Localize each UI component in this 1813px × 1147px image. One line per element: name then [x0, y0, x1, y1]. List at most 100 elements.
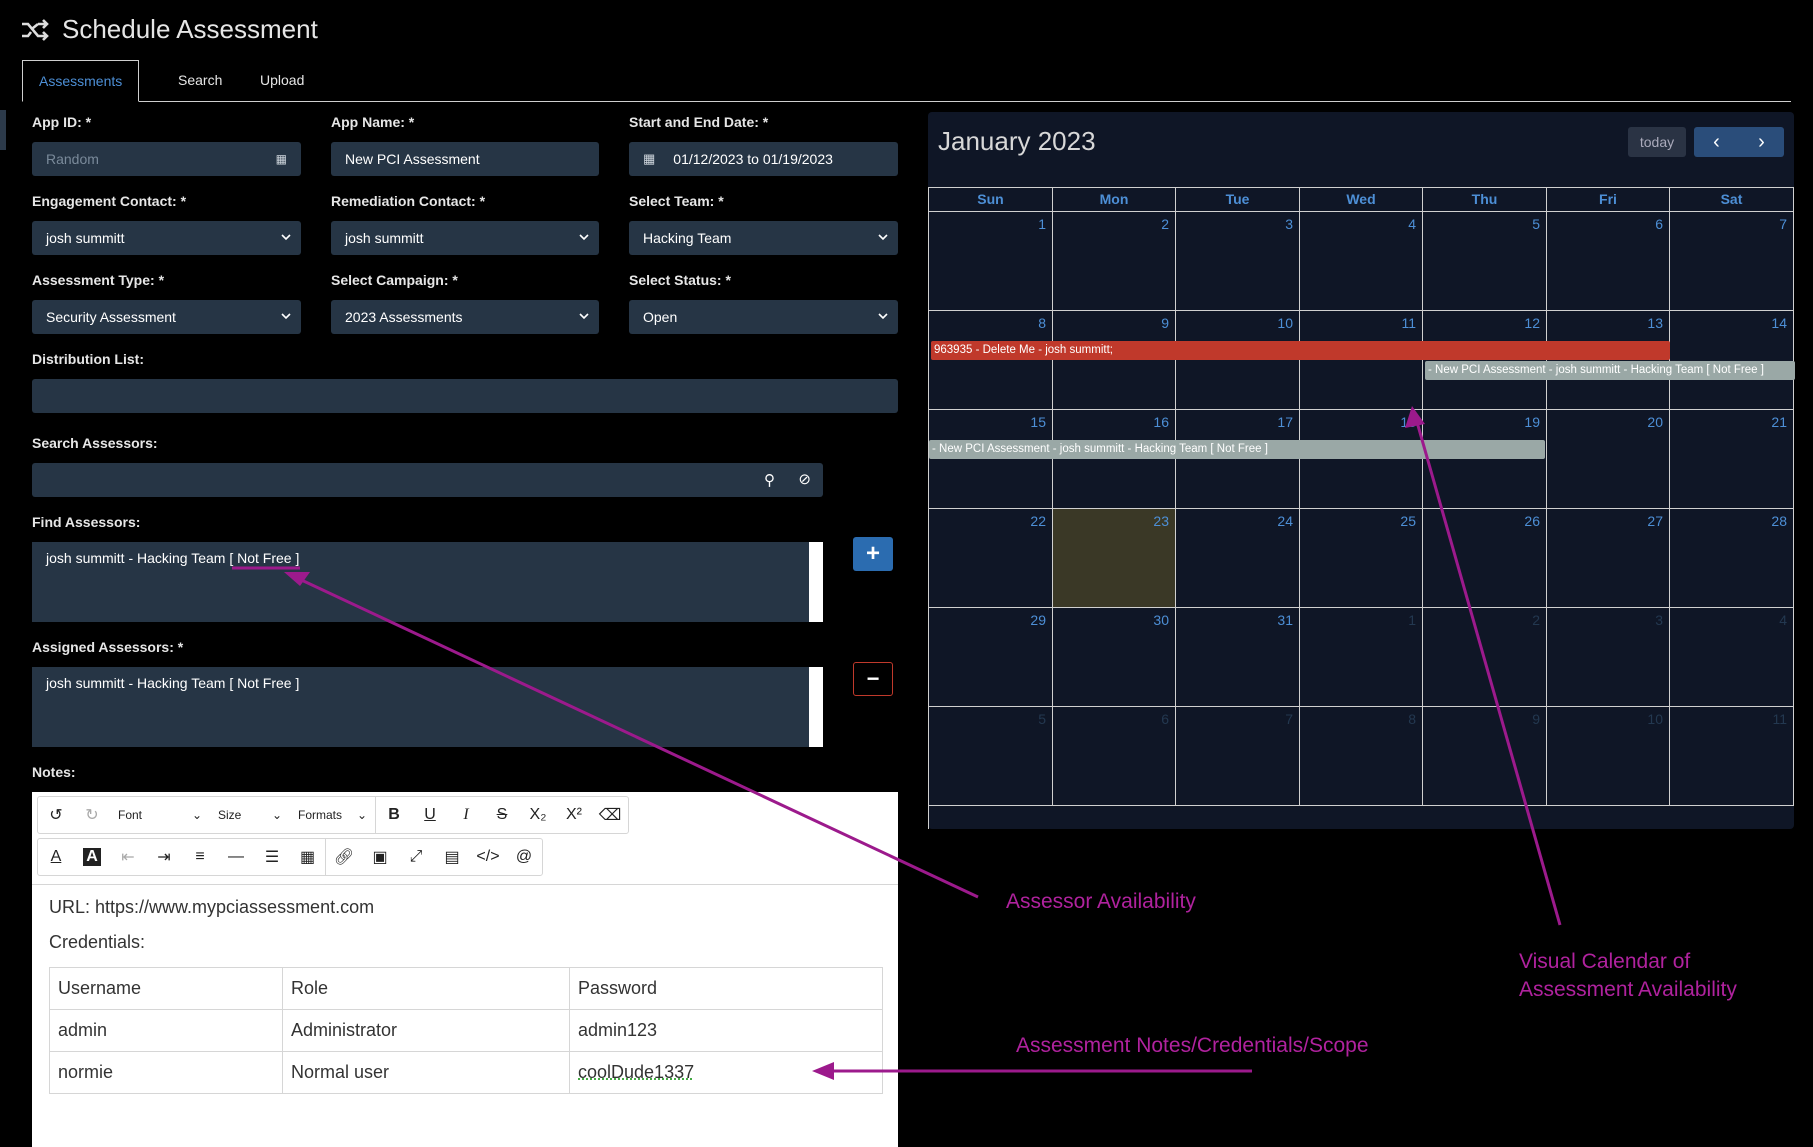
indent-icon[interactable]: ⇥	[146, 839, 182, 875]
mention-icon[interactable]: @	[506, 839, 542, 875]
tab-upload[interactable]: Upload	[244, 60, 320, 102]
date-range-field[interactable]: ▦ 01/12/2023 to 01/19/2023	[629, 142, 898, 176]
calendar-day-cell[interactable]: 17	[1176, 410, 1300, 509]
chevron-left-icon[interactable]: ‹	[1713, 131, 1720, 154]
formats-dropdown[interactable]: Formats ⌄	[290, 797, 376, 833]
tab-search[interactable]: Search	[162, 60, 238, 102]
editor-body[interactable]: URL: https://www.mypciassessment.com Cre…	[32, 884, 898, 1147]
calendar-day-cell[interactable]: 22	[929, 509, 1053, 608]
day-number[interactable]: 29	[1030, 612, 1046, 628]
calendar-day-cell[interactable]: 18	[1300, 410, 1423, 509]
calendar-event[interactable]: - New PCI Assessment - josh summitt - Ha…	[929, 440, 1545, 459]
list-item[interactable]: josh summitt - Hacking Team [ Not Free ]	[46, 550, 795, 566]
calendar-day-cell[interactable]: 27	[1547, 509, 1670, 608]
font-color-icon[interactable]: A	[38, 839, 74, 875]
day-number[interactable]: 6	[1655, 216, 1663, 232]
calendar-day-cell[interactable]: 20	[1547, 410, 1670, 509]
calendar-day-cell[interactable]: 29	[929, 608, 1053, 707]
calendar-day-cell[interactable]: 11	[1300, 311, 1423, 410]
day-number[interactable]: 3	[1655, 612, 1663, 628]
calendar-day-cell[interactable]: 1	[929, 212, 1053, 311]
assigned-assessors-list[interactable]: josh summitt - Hacking Team [ Not Free ]	[32, 667, 823, 747]
day-number[interactable]: 4	[1408, 216, 1416, 232]
day-number[interactable]: 7	[1285, 711, 1293, 727]
redo-icon[interactable]: ↻	[74, 797, 110, 833]
calendar-day-cell[interactable]: 4	[1670, 608, 1794, 707]
calendar-day-cell[interactable]: 3	[1176, 212, 1300, 311]
superscript-icon[interactable]: X²	[556, 797, 592, 833]
calendar-day-cell[interactable]: 24	[1176, 509, 1300, 608]
chevron-right-icon[interactable]: ›	[1758, 131, 1765, 154]
campaign-select[interactable]: 2023 Assessments	[331, 300, 599, 334]
code-view-icon[interactable]: </>	[470, 839, 506, 875]
calendar-day-cell[interactable]: 7	[1670, 212, 1794, 311]
calendar-day-cell[interactable]: 7	[1176, 707, 1300, 806]
calendar-day-cell[interactable]: 15	[929, 410, 1053, 509]
day-number[interactable]: 8	[1408, 711, 1416, 727]
status-select[interactable]: Open	[629, 300, 898, 334]
calendar-day-cell[interactable]: 4	[1300, 212, 1423, 311]
search-icon[interactable]: ⚲	[764, 471, 775, 489]
day-number[interactable]: 10	[1647, 711, 1663, 727]
calendar-day-cell[interactable]: 31	[1176, 608, 1300, 707]
team-select[interactable]: Hacking Team	[629, 221, 898, 255]
calendar-day-cell[interactable]: 8	[929, 311, 1053, 410]
tab-assessments[interactable]: Assessments	[22, 60, 140, 102]
undo-icon[interactable]: ↺	[38, 797, 74, 833]
image-icon[interactable]: ▣	[362, 839, 398, 875]
calendar-day-cell[interactable]: 26	[1423, 509, 1547, 608]
day-number[interactable]: 4	[1779, 612, 1787, 628]
day-number[interactable]: 28	[1771, 513, 1787, 529]
day-number[interactable]: 12	[1524, 315, 1540, 331]
day-number[interactable]: 22	[1030, 513, 1046, 529]
calendar-day-cell[interactable]: 2	[1423, 608, 1547, 707]
day-number[interactable]: 5	[1038, 711, 1046, 727]
day-number[interactable]: 11	[1772, 711, 1787, 727]
day-number[interactable]: 1	[1038, 216, 1046, 232]
calendar-day-cell[interactable]: 30	[1053, 608, 1176, 707]
day-number[interactable]: 19	[1524, 414, 1540, 430]
app-id-field[interactable]: Random ▦	[32, 142, 301, 176]
calendar-day-cell[interactable]: 28	[1670, 509, 1794, 608]
day-number[interactable]: 9	[1532, 711, 1540, 727]
calendar-day-cell[interactable]: 1	[1300, 608, 1423, 707]
find-assessors-list[interactable]: josh summitt - Hacking Team [ Not Free ]	[32, 542, 823, 622]
calendar-day-cell[interactable]: 25	[1300, 509, 1423, 608]
eraser-icon[interactable]: ⌫	[592, 797, 628, 833]
calendar-day-cell[interactable]: 9	[1423, 707, 1547, 806]
calendar-day-cell[interactable]: 3	[1547, 608, 1670, 707]
day-number[interactable]: 25	[1400, 513, 1416, 529]
clear-icon[interactable]: ⊘	[798, 470, 811, 488]
day-number[interactable]: 3	[1285, 216, 1293, 232]
calendar-day-cell[interactable]: 2	[1053, 212, 1176, 311]
day-number[interactable]: 30	[1153, 612, 1169, 628]
day-number[interactable]: 6	[1161, 711, 1169, 727]
day-number[interactable]: 17	[1277, 414, 1293, 430]
list-item[interactable]: josh summitt - Hacking Team [ Not Free ]	[46, 675, 795, 691]
day-number[interactable]: 7	[1779, 216, 1787, 232]
calendar-event[interactable]: - New PCI Assessment - josh summitt - Ha…	[1425, 361, 1795, 380]
day-number[interactable]: 27	[1647, 513, 1663, 529]
highlight-color-icon[interactable]: A	[74, 839, 110, 875]
today-button[interactable]: today	[1628, 127, 1686, 157]
day-number[interactable]: 2	[1532, 612, 1540, 628]
calendar-day-cell[interactable]: 23	[1053, 509, 1176, 608]
day-number[interactable]: 15	[1030, 414, 1046, 430]
table-icon[interactable]: ▦	[290, 839, 326, 875]
calendar-day-cell[interactable]: 10	[1176, 311, 1300, 410]
calendar-day-cell[interactable]: 11	[1670, 707, 1794, 806]
day-number[interactable]: 9	[1161, 315, 1169, 331]
remove-assessor-button[interactable]: −	[853, 662, 893, 696]
day-number[interactable]: 10	[1277, 315, 1293, 331]
notes-editor[interactable]: ↺ ↻ Font ⌄ Size ⌄ Formats ⌄ B U I S X₂ X² ⌫…	[32, 792, 898, 1147]
day-number[interactable]: 2	[1161, 216, 1169, 232]
day-number[interactable]: 14	[1771, 315, 1787, 331]
fullscreen-icon[interactable]: ⤢	[398, 839, 434, 875]
calendar-day-cell[interactable]: 5	[1423, 212, 1547, 311]
sidebar-handle[interactable]	[0, 110, 6, 150]
day-number[interactable]: 13	[1647, 315, 1663, 331]
subscript-icon[interactable]: X₂	[520, 797, 556, 833]
day-number[interactable]: 21	[1771, 414, 1787, 430]
day-number[interactable]: 31	[1277, 612, 1293, 628]
day-number[interactable]: 24	[1277, 513, 1293, 529]
